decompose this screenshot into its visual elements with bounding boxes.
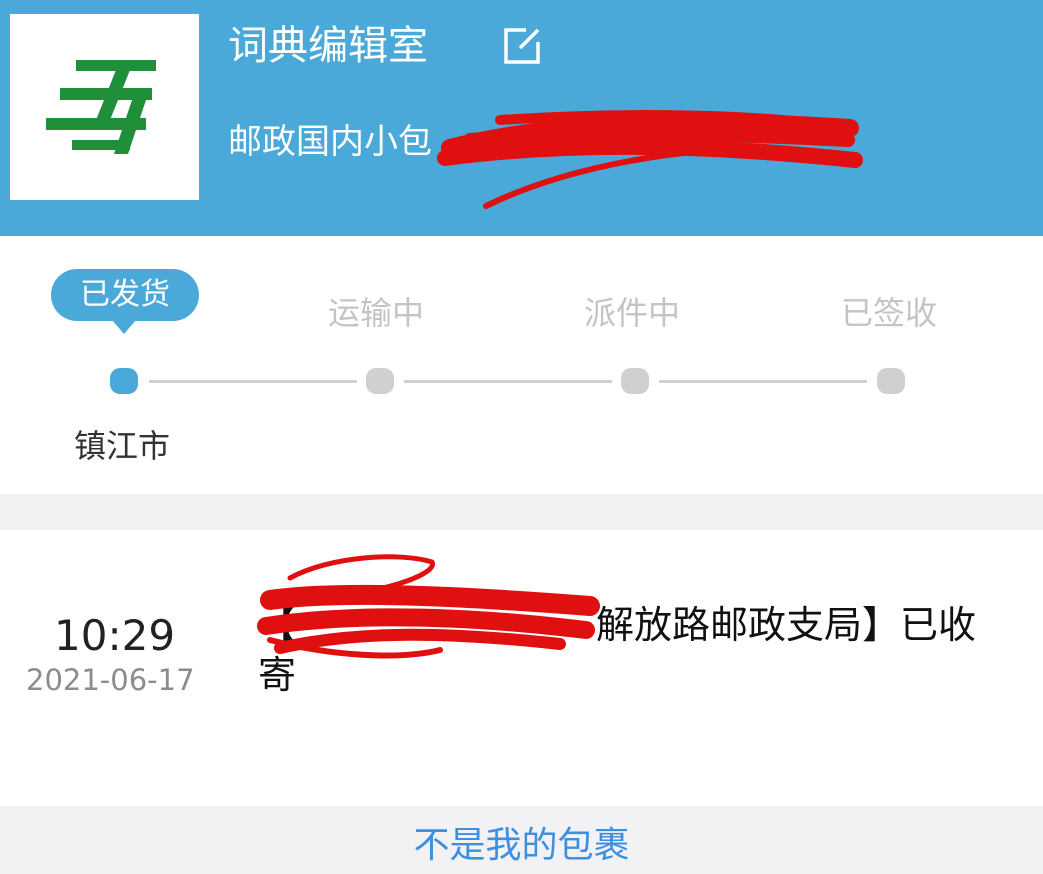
step-connector xyxy=(659,380,867,383)
record-time: 10:29 xyxy=(54,611,176,660)
record-description: 【解放路邮政支局】已收寄 xyxy=(258,600,998,700)
step-label-shipped: 已发货 xyxy=(51,269,199,321)
tracking-record: 10:29 2021-06-17 【解放路邮政支局】已收寄 xyxy=(0,530,1043,806)
carrier-logo xyxy=(10,14,199,200)
shipment-progress: 已发货 运输中 派件中 已签收 镇江市 xyxy=(0,236,1043,494)
step-dot-signed xyxy=(877,368,905,394)
step-dot-shipped xyxy=(110,368,138,394)
bubble-pointer xyxy=(112,320,136,334)
record-date: 2021-06-17 xyxy=(26,663,195,697)
step-label-in-transit: 运输中 xyxy=(328,294,425,332)
step-dot-in-transit xyxy=(366,368,394,394)
step-dot-delivering xyxy=(621,368,649,394)
shipment-service-label: 邮政国内小包 xyxy=(228,122,432,162)
edit-icon[interactable] xyxy=(500,24,544,68)
record-text-start: 【 xyxy=(258,603,297,647)
step-connector xyxy=(404,380,612,383)
record-text-end: 解放路邮政支局】已收寄 xyxy=(258,603,977,697)
step-label-delivering: 派件中 xyxy=(584,294,681,332)
not-my-package-link[interactable]: 不是我的包裹 xyxy=(0,818,1043,874)
header: 词典编辑室 邮政国内小包 xyxy=(0,0,1043,236)
page-title: 词典编辑室 xyxy=(228,23,428,69)
step-label-signed: 已签收 xyxy=(841,294,938,332)
step-connector xyxy=(149,380,357,383)
current-city: 镇江市 xyxy=(74,427,171,465)
china-post-logo-icon xyxy=(46,60,156,154)
